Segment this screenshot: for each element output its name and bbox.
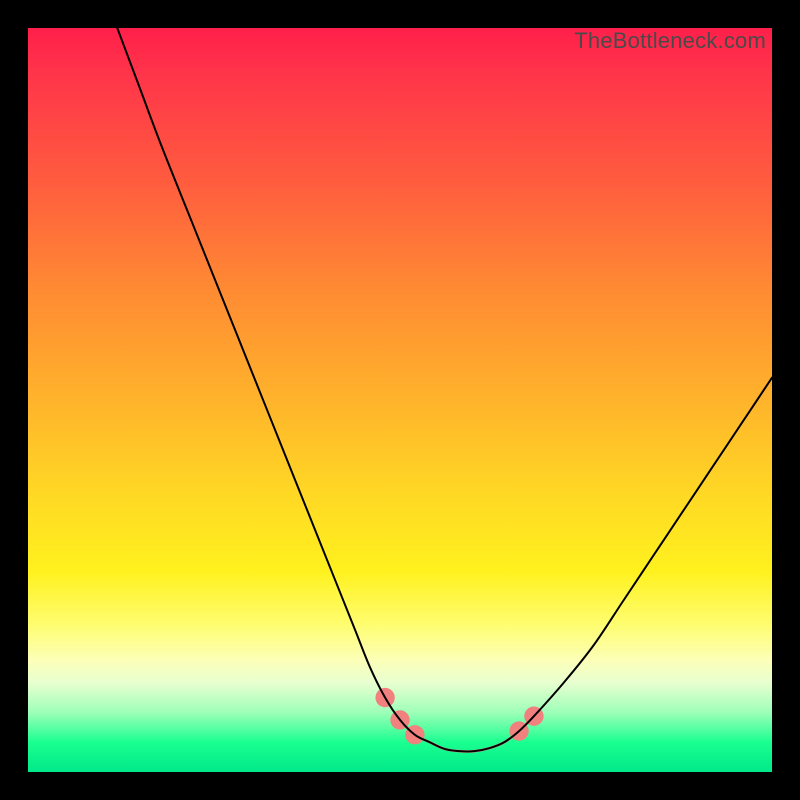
chart-frame: TheBottleneck.com (0, 0, 800, 800)
curve-layer (28, 28, 772, 772)
plot-area: TheBottleneck.com (28, 28, 772, 772)
main-curve (117, 28, 772, 752)
curve-group (117, 28, 772, 752)
